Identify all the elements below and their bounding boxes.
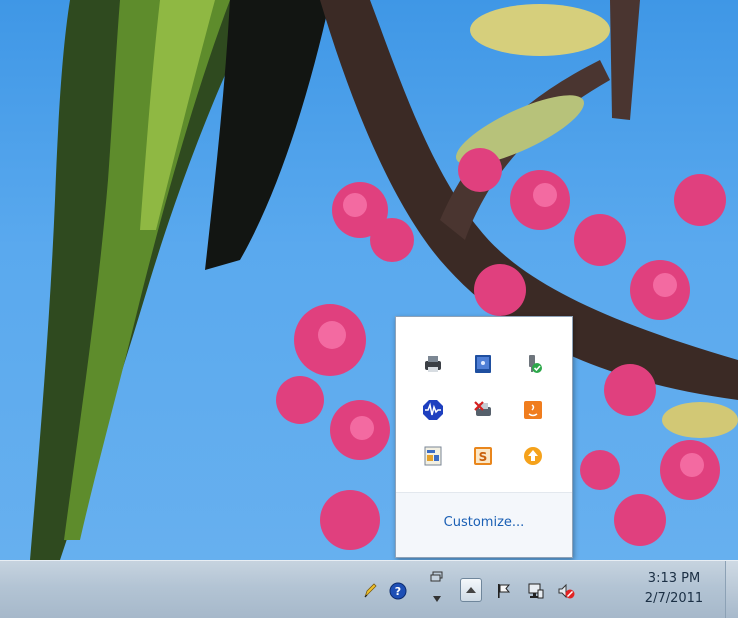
system-clock[interactable]: 3:13 PM 2/7/2011 <box>634 569 714 609</box>
s-app-icon[interactable]: S <box>458 433 508 479</box>
pencil-icon[interactable] <box>360 581 380 601</box>
desktop-wallpaper <box>0 0 738 618</box>
network-icon[interactable] <box>526 581 546 601</box>
show-desktop-button[interactable] <box>725 561 738 618</box>
audio-wave-icon[interactable] <box>408 387 458 433</box>
customize-link[interactable]: Customize... <box>396 515 572 530</box>
java-icon[interactable] <box>508 387 558 433</box>
network-printer-error-icon[interactable] <box>458 387 508 433</box>
device-manager-icon[interactable] <box>458 341 508 387</box>
popup-footer: Customize... <box>396 493 572 557</box>
svg-text:?: ? <box>395 585 401 598</box>
help-icon[interactable]: ? <box>388 581 408 601</box>
chevron-up-icon <box>466 587 476 593</box>
document-icon[interactable] <box>408 433 458 479</box>
wallpaper-image <box>30 0 738 560</box>
notification-area: ? 3:13 PM 2/7/2011 <box>358 561 738 618</box>
taskbar: ? 3:13 PM 2/7/2011 <box>0 560 738 618</box>
update-arrow-icon[interactable] <box>508 433 558 479</box>
power-plug-check-icon[interactable] <box>508 341 558 387</box>
volume-muted-icon[interactable] <box>556 581 576 601</box>
svg-text:S: S <box>479 450 488 464</box>
notification-overflow-popup: S Customize... <box>395 316 573 558</box>
windows-mini-icon[interactable] <box>430 571 444 585</box>
clock-time: 3:13 PM <box>647 571 701 586</box>
printer-icon[interactable] <box>408 341 458 387</box>
down-arrow-icon <box>432 595 442 603</box>
action-center-flag-icon[interactable] <box>494 581 514 601</box>
hidden-icons-grid: S <box>408 329 560 481</box>
show-hidden-icons-button[interactable] <box>460 578 482 602</box>
clock-date: 2/7/2011 <box>644 591 704 606</box>
